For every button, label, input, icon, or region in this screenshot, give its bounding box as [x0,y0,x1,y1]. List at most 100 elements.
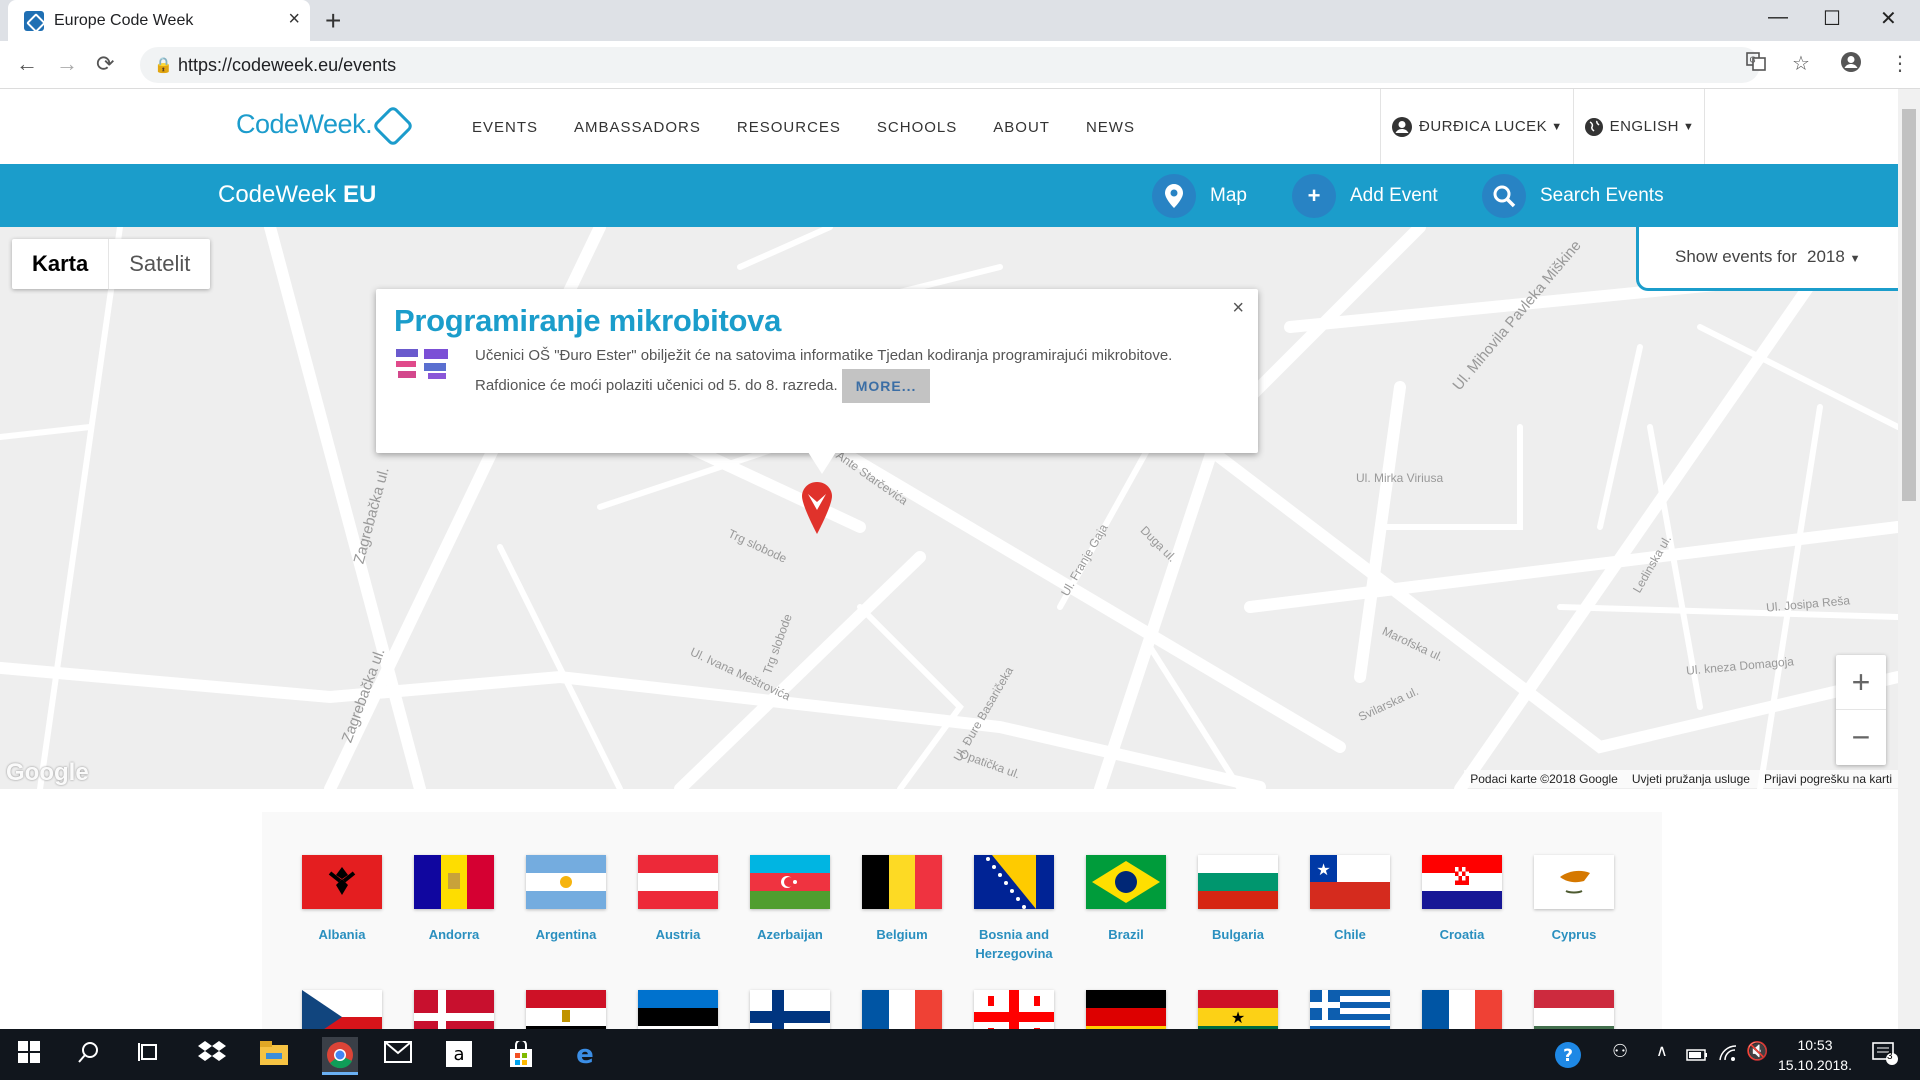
logo-mark-icon [371,104,415,148]
windows-start-icon[interactable] [18,1041,40,1070]
wifi-icon[interactable] [1718,1041,1738,1069]
help-icon[interactable]: ? [1554,1041,1582,1076]
notifications-icon[interactable]: 3 [1872,1041,1898,1072]
file-explorer-icon[interactable] [260,1041,288,1072]
show-events-filter[interactable]: Show events for 2018 ▼ [1636,227,1898,291]
reload-button[interactable]: ⟳ [96,51,114,77]
map-type-satelit[interactable]: Satelit [108,239,210,289]
zoom-out-button[interactable]: − [1836,710,1886,765]
logo-text: CodeWeek. [236,109,373,139]
caret-down-icon: ▼ [1551,120,1563,133]
flag-ghana-icon: ★ [1198,990,1278,1029]
event-title[interactable]: Programiranje mikrobitova [394,303,781,339]
chrome-taskbar-icon[interactable] [322,1037,358,1075]
browser-tab[interactable]: Europe Code Week × [8,0,310,41]
dropbox-icon[interactable] [198,1041,226,1072]
map-type-karta[interactable]: Karta [12,239,108,289]
event-thumbnail [396,349,448,379]
chevron-up-icon[interactable]: ∧ [1656,1041,1668,1061]
browser-tab-bar: Europe Code Week × + — ☐ ✕ [0,0,1920,41]
flag-brazil-icon [1086,855,1166,909]
globe-icon [1584,117,1610,137]
back-button[interactable]: ← [16,51,38,77]
map-type-toggle: Karta Satelit [12,239,211,289]
close-window-button[interactable]: ✕ [1880,6,1897,31]
flag-france-icon [1422,990,1502,1029]
system-clock[interactable]: 10:53 15.10.2018. [1778,1035,1852,1075]
search-events-button[interactable]: Search Events [1482,174,1664,218]
browser-menu-icon[interactable]: ⋮ [1890,51,1910,76]
nav-resources[interactable]: RESOURCES [737,119,841,136]
profile-icon[interactable] [1840,51,1862,79]
user-dropdown[interactable]: ĐURĐICA LUCEK ▼ [1381,89,1574,164]
bookmark-star-icon[interactable]: ☆ [1792,51,1810,76]
lock-icon: 🔒 [154,57,173,74]
codeweek-logo[interactable]: CodeWeek. [236,104,415,148]
volume-muted-icon[interactable]: 🔇 [1746,1041,1768,1062]
report-error-link[interactable]: Prijavi pogrešku na karti [1764,772,1892,786]
add-event-label: Add Event [1350,185,1438,206]
zoom-in-button[interactable]: + [1836,655,1886,710]
task-view-icon[interactable] [138,1041,160,1070]
svg-text:?: ? [1563,1046,1573,1066]
search-icon[interactable] [78,1041,100,1070]
nav-news[interactable]: NEWS [1086,119,1135,136]
country-name: Cyprus [1551,927,1597,942]
events-map[interactable]: Zagrebačka ul. Zagrebačka ul. Trg slobod… [0,227,1898,789]
edge-icon[interactable]: e [572,1040,598,1074]
country-name: Bulgaria [1211,927,1264,942]
tab-close-icon[interactable]: × [288,8,300,31]
svg-text:e: e [576,1041,594,1067]
svg-text:G: G [1750,56,1756,65]
flag-estonia-icon [638,990,718,1029]
url-text[interactable]: https://codeweek.eu/events [178,55,396,76]
page-scrollbar[interactable] [1898,89,1920,1029]
country-grid: Albania Andorra Argentina Austria Azerba… [262,812,1662,1029]
maximize-button[interactable]: ☐ [1823,6,1841,31]
year-select[interactable]: 2018 ▼ [1807,247,1860,267]
map-marker-icon[interactable] [800,482,834,536]
svg-text:a: a [453,1044,464,1065]
country-name: Brazil [1108,927,1144,942]
close-infowindow-icon[interactable]: × [1232,297,1244,320]
nav-schools[interactable]: SCHOOLS [877,119,957,136]
flag-finland-icon [750,990,830,1029]
clock-date: 15.10.2018. [1778,1057,1852,1073]
minimize-button[interactable]: — [1768,6,1788,29]
country-name: Bosnia and Herzegovina [975,927,1053,961]
store-icon[interactable] [508,1039,534,1074]
windows-taskbar: a e ? ⚇ ∧ 🔇 10:53 15.10.2018. 3 [0,1029,1920,1080]
people-icon[interactable]: ⚇ [1612,1041,1628,1062]
language-dropdown[interactable]: ENGLISH ▼ [1574,89,1706,164]
battery-icon[interactable] [1686,1041,1708,1069]
map-button[interactable]: Map [1152,174,1247,218]
add-event-button[interactable]: + Add Event [1292,174,1438,218]
forward-button[interactable]: → [56,51,78,77]
terms-link[interactable]: Uvjeti pružanja usluge [1632,772,1750,786]
more-button[interactable]: MORE... [841,369,931,403]
event-description-text: Učenici OŠ "Đuro Ester" obilježit će na … [475,347,1173,394]
year-value: 2018 [1807,247,1845,266]
flag-hungary-icon [1534,990,1614,1029]
event-info-window: Programiranje mikrobitova Učenici OŠ "Đu… [376,289,1258,453]
clock-time: 10:53 [1797,1037,1833,1053]
amazon-icon[interactable]: a [446,1041,472,1074]
mail-icon[interactable] [384,1041,412,1070]
language-label: ENGLISH [1609,118,1679,135]
new-tab-button[interactable]: + [325,5,341,37]
country-name: Argentina [535,927,597,942]
svg-text:★: ★ [1231,1008,1245,1027]
flag-egypt-icon [526,990,606,1029]
scrollbar-thumb[interactable] [1902,109,1916,501]
flag-greece-icon [1310,990,1390,1029]
brand-bold: EU [342,181,377,208]
translate-icon[interactable]: G [1746,51,1766,77]
map-data-credit[interactable]: Podaci karte ©2018 Google [1470,772,1618,786]
address-bar[interactable]: 🔒 https://codeweek.eu/events [140,47,1760,83]
nav-ambassadors[interactable]: AMBASSADORS [574,119,701,136]
codeweek-eu-brand[interactable]: CodeWeek EU [218,181,376,209]
plus-icon: + [1292,174,1336,218]
nav-events[interactable]: EVENTS [472,119,538,136]
google-logo[interactable]: Google [6,759,89,787]
nav-about[interactable]: ABOUT [993,119,1050,136]
